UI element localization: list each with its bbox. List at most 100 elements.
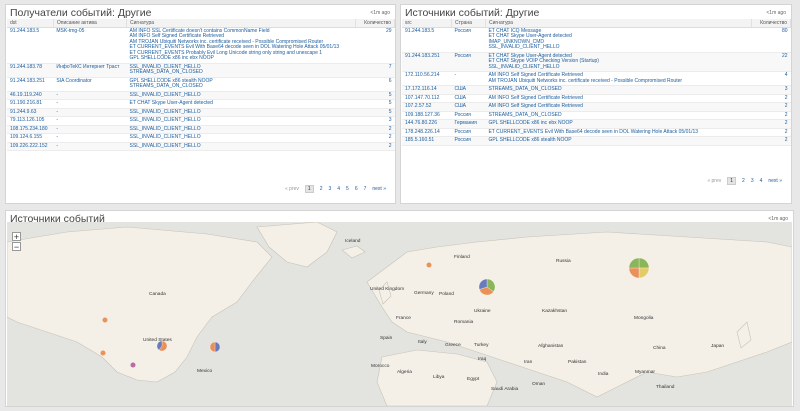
- table-row[interactable]: 91.244.183.78 ИнфоТеКС Интернет Траст SSL_…: [7, 63, 395, 78]
- dst-cell[interactable]: 46.19.119.240: [7, 91, 54, 100]
- src-cell[interactable]: 17.172.116.14: [402, 85, 452, 95]
- signature-cell[interactable]: ET CURRENT_EVENTS Evil With Base64 decod…: [485, 128, 752, 137]
- asset-cell[interactable]: -: [53, 99, 127, 109]
- table-row[interactable]: 109.124.6.155- SSL_INVALID_CLIENT_HELLO 2: [7, 133, 395, 143]
- count-cell[interactable]: 2: [751, 94, 791, 103]
- column-header-signature[interactable]: Сигнатура: [126, 19, 356, 28]
- pager-page[interactable]: 5: [346, 186, 349, 192]
- country-cell[interactable]: Россия: [451, 128, 486, 137]
- pager-page[interactable]: 7: [364, 186, 367, 192]
- dst-cell[interactable]: 91.190.216.81: [7, 99, 54, 109]
- src-cell[interactable]: 144.76.80.226: [402, 119, 452, 129]
- count-cell[interactable]: 2: [355, 125, 395, 134]
- signature-item[interactable]: SSL_INVALID_CLIENT_HELLO: [130, 143, 353, 150]
- signature-cell[interactable]: STREAMS_DATA_ON_CLOSED: [485, 111, 752, 120]
- count-cell[interactable]: 2: [751, 128, 791, 137]
- count-cell[interactable]: 2: [751, 119, 791, 129]
- table-row[interactable]: 91.190.216.81- ET CHAT Skype User-Agent d…: [7, 99, 395, 109]
- table-row[interactable]: 46.19.119.240- SSL_INVALID_CLIENT_HELLO 5: [7, 91, 395, 100]
- pager-page[interactable]: 2: [742, 178, 745, 184]
- asset-cell[interactable]: -: [53, 91, 127, 100]
- signature-item[interactable]: AM INFO Self Signed Certificate Retrieve…: [488, 103, 748, 110]
- signature-item[interactable]: AM INFO Self Signed Certificate Retrieve…: [488, 95, 748, 102]
- count-cell[interactable]: 7: [355, 63, 395, 78]
- signature-item[interactable]: SSL_INVALID_CLIENT_HELLO: [130, 134, 353, 141]
- dst-cell[interactable]: 79.113.126.105: [7, 116, 54, 126]
- count-cell[interactable]: 29: [355, 27, 395, 64]
- country-cell[interactable]: США: [451, 94, 486, 103]
- column-header-dst[interactable]: dst: [7, 19, 54, 28]
- table-row[interactable]: 91.244.183.251 SIA Coordinator GPL SHELLCO…: [7, 77, 395, 92]
- signature-cell[interactable]: ET CHAT ICQ Message ET CHAT Skype User-Ag…: [485, 27, 752, 53]
- signature-cell[interactable]: SSL_INVALID_CLIENT_HELLO: [126, 125, 356, 134]
- pager-prev[interactable]: « prev: [285, 186, 299, 192]
- src-cell[interactable]: 172.110.56.214: [402, 71, 452, 86]
- signature-cell[interactable]: SSL_INVALID_CLIENT_HELLO: [126, 108, 356, 117]
- asset-cell[interactable]: -: [53, 142, 127, 151]
- dst-cell[interactable]: 109.124.6.155: [7, 133, 54, 143]
- column-header-country[interactable]: Страна: [451, 19, 486, 28]
- count-cell[interactable]: 80: [751, 27, 791, 53]
- table-row[interactable]: 109.188.127.36 Россия STREAMS_DATA_ON_CLOS…: [402, 111, 791, 120]
- country-cell[interactable]: США: [451, 102, 486, 112]
- column-header-count[interactable]: Количество: [751, 19, 792, 28]
- count-cell[interactable]: 4: [751, 71, 791, 86]
- count-cell[interactable]: 22: [751, 52, 791, 72]
- count-cell[interactable]: 2: [751, 102, 791, 112]
- asset-cell[interactable]: -: [53, 133, 127, 143]
- count-cell[interactable]: 5: [355, 99, 395, 109]
- signature-cell[interactable]: GPL SHELLCODE x86 stealth NOOP STREAMS_DA…: [126, 77, 356, 92]
- signature-item[interactable]: SSL_INVALID_CLIENT_HELLO: [130, 117, 353, 124]
- marker-slice[interactable]: [100, 350, 106, 356]
- signature-item[interactable]: SSL_INVALID_CLIENT_HELLO: [130, 109, 353, 116]
- column-header-count[interactable]: Количество: [355, 19, 396, 28]
- pager-page[interactable]: 1: [304, 185, 314, 193]
- count-cell[interactable]: 2: [355, 142, 395, 151]
- marker-slice[interactable]: [426, 262, 432, 268]
- map-event-marker[interactable]: [102, 317, 108, 323]
- signature-cell[interactable]: SSL_INVALID_CLIENT_HELLO: [126, 142, 356, 151]
- count-cell[interactable]: 2: [751, 136, 791, 146]
- signature-item[interactable]: STREAMS_DATA_ON_CLOSED: [130, 83, 353, 90]
- pager-page[interactable]: 3: [328, 186, 331, 192]
- map-event-marker[interactable]: [478, 278, 496, 296]
- signature-item[interactable]: ET CHAT Skype User-Agent detected: [130, 100, 353, 107]
- signature-item[interactable]: ET CURRENT_EVENTS Evil With Base64 decod…: [488, 129, 748, 136]
- country-cell[interactable]: Германия: [451, 119, 486, 129]
- world-map[interactable]: Iceland Finland Russia Canada United Kingdom…: [7, 222, 792, 406]
- signature-item[interactable]: SSL_INVALID_CLIENT_HELLO: [488, 44, 748, 51]
- dst-cell[interactable]: 108.175.234.180: [7, 125, 54, 134]
- country-cell[interactable]: Россия: [451, 52, 486, 72]
- signature-item[interactable]: SSL_INVALID_CLIENT_HELLO: [130, 92, 353, 99]
- signature-item[interactable]: SSL_INVALID_CLIENT_HELLO: [130, 126, 353, 133]
- signature-cell[interactable]: GPL SHELLCODE x86 inc ebx NOOP: [485, 119, 752, 129]
- count-cell[interactable]: 2: [751, 111, 791, 120]
- country-cell[interactable]: -: [451, 71, 486, 86]
- signature-cell[interactable]: SSL_INVALID_CLIENT_HELLO STREAMS_DATA_ON_…: [126, 63, 356, 78]
- asset-cell[interactable]: -: [53, 116, 127, 126]
- signature-item[interactable]: GPL SHELLCODE x86 inc ebx NOOP: [130, 55, 353, 62]
- src-cell[interactable]: 91.244.183.5: [402, 27, 452, 53]
- map-event-marker[interactable]: [100, 350, 106, 356]
- src-cell[interactable]: 107.147.70.112: [402, 94, 452, 103]
- dst-cell[interactable]: 91.244.183.251: [7, 77, 54, 92]
- column-header-asset[interactable]: Описание актива: [53, 19, 128, 28]
- country-cell[interactable]: США: [451, 85, 486, 95]
- table-row[interactable]: 91.244.183.5 Россия ET CHAT ICQ Message ET …: [402, 27, 791, 53]
- signature-cell[interactable]: SSL_INVALID_CLIENT_HELLO: [126, 91, 356, 100]
- asset-cell[interactable]: -: [53, 108, 127, 117]
- pager-page[interactable]: 6: [355, 186, 358, 192]
- count-cell[interactable]: 5: [355, 108, 395, 117]
- table-row[interactable]: 91.244.183.251 Россия ET CHAT Skype User-A…: [402, 52, 791, 72]
- count-cell[interactable]: 3: [355, 116, 395, 126]
- table-row[interactable]: 79.113.126.105- SSL_INVALID_CLIENT_HELLO 3: [7, 116, 395, 126]
- asset-cell[interactable]: ИнфоТеКС Интернет Траст: [53, 63, 127, 78]
- asset-cell[interactable]: SIA Coordinator: [53, 77, 127, 92]
- dst-cell[interactable]: 91.244.183.78: [7, 63, 54, 78]
- src-cell[interactable]: 109.188.127.36: [402, 111, 452, 120]
- map-event-marker[interactable]: [156, 340, 168, 352]
- signature-item[interactable]: STREAMS_DATA_ON_CLOSED: [130, 69, 353, 76]
- pager-next[interactable]: next »: [372, 186, 386, 192]
- country-cell[interactable]: Россия: [451, 27, 486, 53]
- signature-cell[interactable]: ET CHAT Skype User-Agent detected ET CHAT…: [485, 52, 752, 72]
